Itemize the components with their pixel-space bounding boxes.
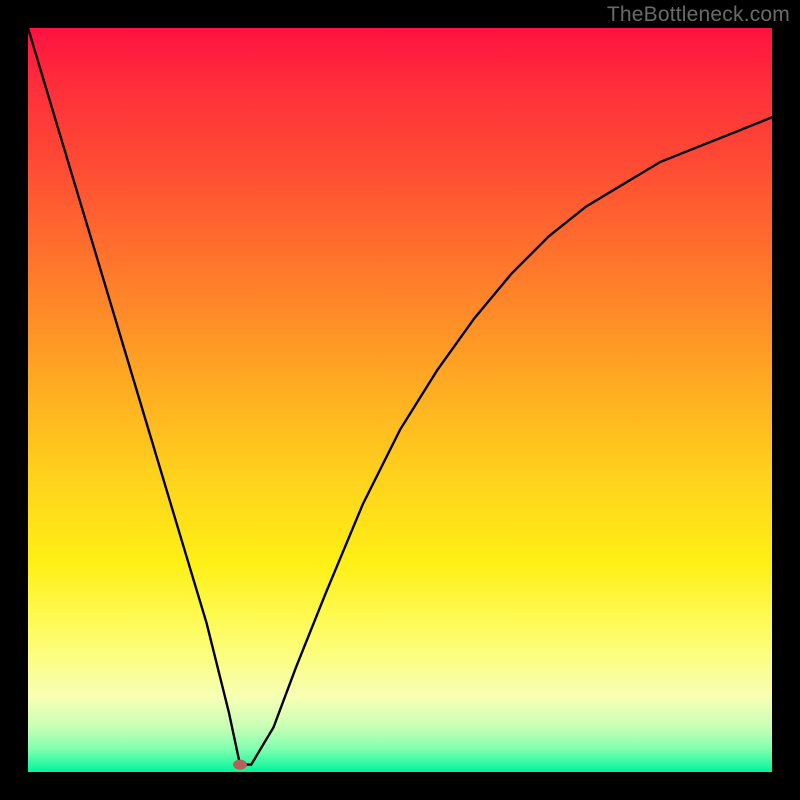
bottleneck-curve [28, 28, 772, 772]
chart-frame: TheBottleneck.com [0, 0, 800, 800]
plot-area [28, 28, 772, 772]
watermark-text: TheBottleneck.com [607, 3, 790, 27]
optimal-point-marker [233, 760, 247, 770]
